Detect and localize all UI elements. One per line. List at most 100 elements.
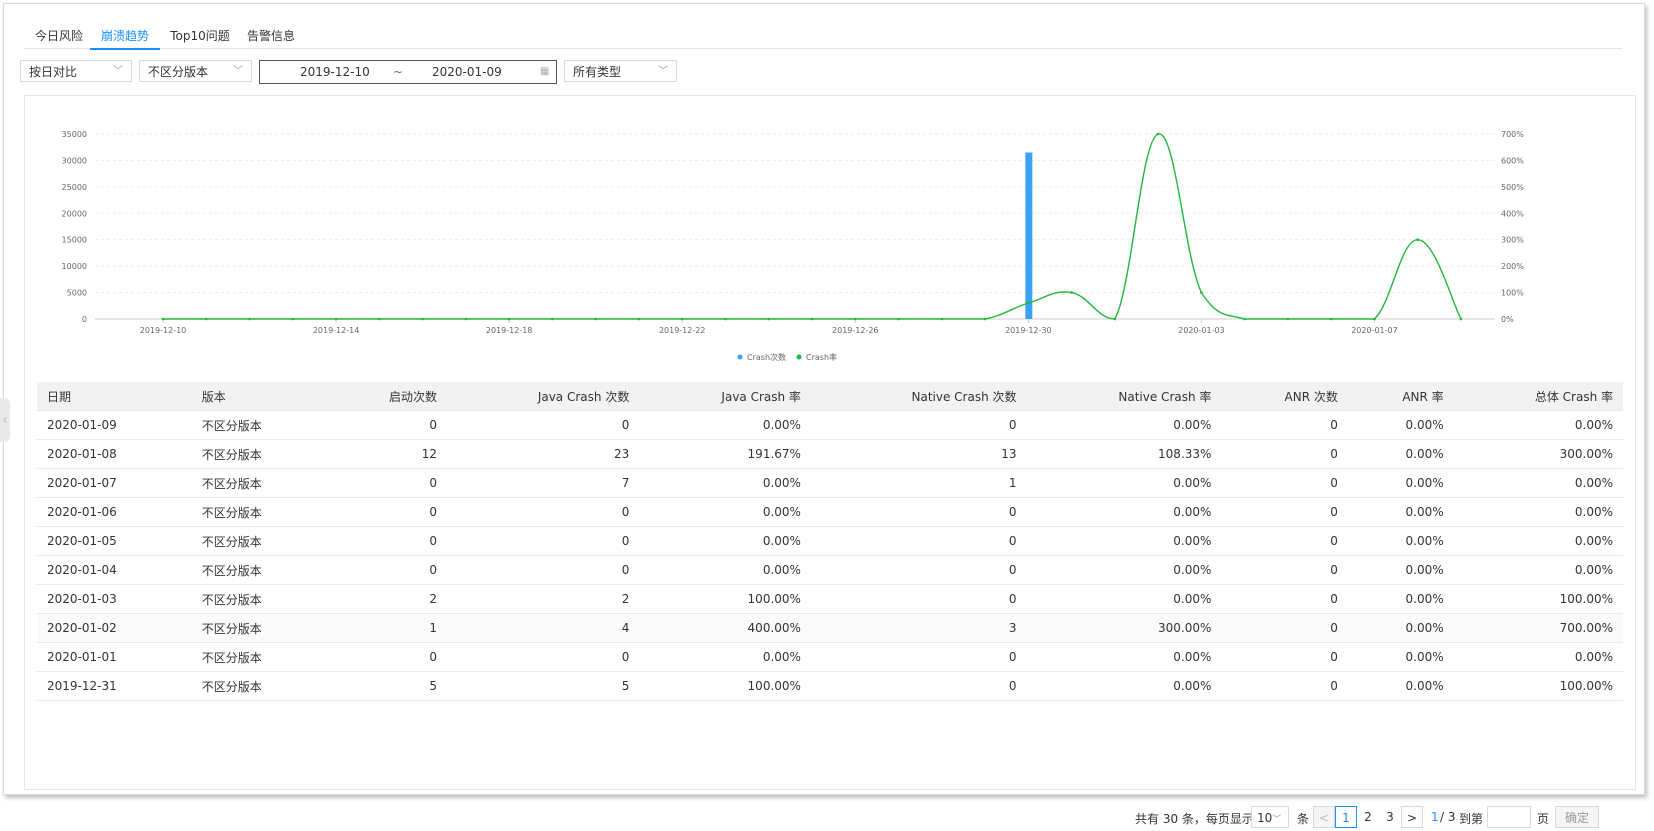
- page-button-3[interactable]: 3: [1379, 806, 1401, 828]
- table-cell: 0: [329, 555, 448, 585]
- date-end[interactable]: 2020-01-09: [432, 61, 502, 83]
- y-left-tick-label: 10000: [62, 262, 87, 271]
- legend-label: Crash率: [806, 352, 837, 362]
- table-cell: 108.33%: [1026, 439, 1222, 469]
- table-cell: 300.00%: [1453, 439, 1623, 469]
- version-select[interactable]: 不区分版本 ﹀: [139, 60, 252, 82]
- line-point: [810, 317, 814, 321]
- tab-top10[interactable]: Top10问题: [170, 28, 230, 48]
- y-left-tick-label: 0: [82, 315, 87, 324]
- table-cell: 2020-01-08: [37, 439, 192, 469]
- table-cell: 0: [1221, 555, 1348, 585]
- page-button-2[interactable]: 2: [1357, 806, 1379, 828]
- confirm-button[interactable]: 确定: [1555, 806, 1599, 828]
- table-cell: 2: [447, 584, 640, 614]
- current-page-indicator: 1: [1431, 810, 1439, 824]
- table-cell: 0: [1221, 613, 1348, 643]
- date-start[interactable]: 2019-12-10: [300, 61, 370, 83]
- line-point: [161, 317, 165, 321]
- table-cell: 1: [810, 468, 1027, 498]
- crash-rate-line: [162, 133, 1462, 320]
- table-cell: 0: [810, 584, 1027, 614]
- table-cell: 0.00%: [1347, 497, 1454, 527]
- line-point: [248, 317, 251, 321]
- chevron-left-icon: ‹: [2, 412, 8, 428]
- date-range-picker[interactable]: 2019-12-10 ~ 2020-01-09 ▦: [259, 60, 557, 84]
- line-point: [1243, 317, 1246, 321]
- table-cell: 2020-01-03: [37, 584, 192, 614]
- page-size-select[interactable]: 10﹀: [1251, 806, 1289, 828]
- crash-table: 日期 版本 启动次数 Java Crash 次数 Java Crash 率 Native …: [37, 382, 1623, 701]
- table-cell: 0.00%: [639, 410, 811, 440]
- trend-panel: 0 5000 10000 15000 20000 25000 30000 35000 0% 10…: [24, 95, 1636, 828]
- table-cell: 不区分版本: [191, 468, 330, 498]
- line-point: [378, 317, 381, 321]
- tab-alerts[interactable]: 告警信息: [246, 28, 296, 48]
- goto-page-input[interactable]: [1487, 806, 1531, 828]
- table-cell: 0.00%: [1453, 555, 1623, 585]
- x-tick-label: 2019-12-14: [313, 326, 360, 335]
- table-cell: 191.67%: [639, 439, 811, 469]
- table-row: 2020-01-08 不区分版本 12 23 191.67% 13 108.33% 0 0.00…: [37, 439, 1623, 469]
- table-cell: 0.00%: [1347, 671, 1454, 701]
- sidebar-toggle-handle[interactable]: ‹: [0, 398, 10, 442]
- page-button-1[interactable]: 1: [1335, 806, 1357, 828]
- compare-select[interactable]: 按日对比 ﹀: [20, 60, 132, 82]
- next-page-button[interactable]: >: [1401, 806, 1423, 828]
- table-cell: 0: [329, 410, 448, 440]
- page-size-unit: 条: [1297, 812, 1310, 826]
- table-cell: 0.00%: [1026, 584, 1222, 614]
- column-header: 版本: [191, 382, 330, 411]
- table-cell: 0.00%: [1347, 410, 1454, 440]
- y-right-tick-label: 300%: [1501, 236, 1524, 245]
- table-cell: 0.00%: [1026, 555, 1222, 585]
- x-tick-label: 2020-01-07: [1351, 326, 1398, 335]
- table-cell: 0.00%: [1347, 439, 1454, 469]
- table-cell: 2020-01-04: [37, 555, 192, 585]
- total-pages: / 3: [1440, 810, 1456, 824]
- legend-label: Crash次数: [747, 352, 786, 362]
- table-cell: 0: [329, 642, 448, 672]
- y-axis-right: 0% 100% 200% 300% 400% 500% 600% 700%: [1501, 130, 1524, 324]
- compare-select-value: 按日对比: [29, 65, 78, 79]
- table-header-row: 日期 版本 启动次数 Java Crash 次数 Java Crash 率 Native …: [37, 382, 1623, 411]
- table-cell: 300.00%: [1026, 613, 1222, 643]
- calendar-icon[interactable]: ▦: [540, 61, 549, 83]
- table-cell: 0: [810, 497, 1027, 527]
- table-cell: 0.00%: [1347, 613, 1454, 643]
- prev-page-button[interactable]: <: [1313, 806, 1335, 828]
- y-right-tick-label: 0%: [1501, 315, 1514, 324]
- table-row: 2020-01-06 不区分版本 0 0 0.00% 0 0.00% 0 0.00% 0.00%: [37, 497, 1623, 527]
- line-point: [767, 317, 771, 321]
- table-cell: 0.00%: [1453, 642, 1623, 672]
- line-point: [1113, 317, 1117, 321]
- line-point: [1329, 317, 1333, 321]
- line-point: [334, 317, 338, 321]
- line-point: [983, 317, 987, 321]
- page-unit-label: 页: [1537, 812, 1550, 826]
- x-tick-label: 2020-01-03: [1178, 326, 1225, 335]
- type-select[interactable]: 所有类型 ﹀: [564, 60, 677, 82]
- table-cell: 0: [447, 410, 640, 440]
- tab-today-risk[interactable]: 今日风险: [34, 28, 84, 48]
- column-header: Native Crash 次数: [810, 382, 1027, 411]
- column-header: 日期: [37, 382, 192, 411]
- table-cell: 2020-01-05: [37, 526, 192, 556]
- table-cell: 0: [1221, 642, 1348, 672]
- line-point: [551, 317, 554, 321]
- x-axis: 2019-12-10 2019-12-14 2019-12-18 2019-12-22…: [140, 319, 1398, 335]
- table-cell: 100.00%: [639, 584, 811, 614]
- table-cell: 0.00%: [1453, 526, 1623, 556]
- chart-svg: 0 5000 10000 15000 20000 25000 30000 35000 0% 10…: [62, 130, 1525, 362]
- table-cell: 0.00%: [1347, 584, 1454, 614]
- chevron-down-icon: ﹀: [113, 66, 123, 77]
- x-tick-label: 2019-12-10: [140, 326, 187, 335]
- line-point: [291, 317, 295, 321]
- tab-crash-trend[interactable]: 崩溃趋势: [90, 28, 160, 50]
- y-right-tick-label: 500%: [1501, 183, 1524, 192]
- column-header: 总体 Crash 率: [1453, 382, 1623, 411]
- line-point: [897, 317, 900, 321]
- table-cell: 0.00%: [1347, 468, 1454, 498]
- line-point: [853, 317, 857, 321]
- table-cell: 12: [329, 439, 448, 469]
